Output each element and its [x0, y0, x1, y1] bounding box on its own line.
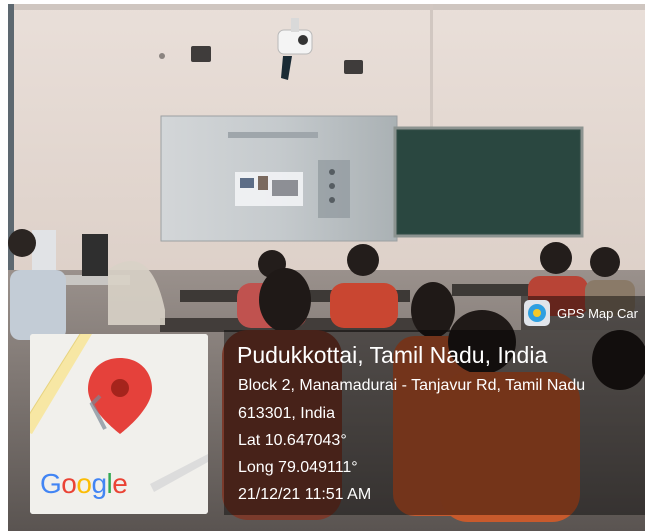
- photo-scene: GPS Map Car Pudukkottai, Tamil Nadu, Ind…: [0, 0, 645, 531]
- google-logo-letter: G: [40, 468, 62, 499]
- latitude-text: Lat 10.647043°: [238, 432, 347, 449]
- datetime-text: 21/12/21 11:51 AM: [238, 486, 372, 503]
- gps-map-camera-app-icon: [524, 300, 550, 326]
- app-badge-label: GPS Map Car: [557, 305, 638, 321]
- desktop-tower: [82, 234, 108, 276]
- google-logo-letter: e: [112, 468, 128, 499]
- address-line-1: Block 2, Manamadurai - Tanjavur Rd, Tami…: [238, 377, 586, 394]
- google-logo-letter: o: [76, 468, 92, 499]
- person-left: [10, 270, 66, 340]
- left-speaker: [191, 46, 211, 62]
- right-speaker: [344, 60, 363, 74]
- google-logo-letter: o: [61, 468, 77, 499]
- address-line-2: 613301, India: [238, 405, 335, 422]
- google-logo: Google: [40, 468, 128, 500]
- google-logo-letter: g: [91, 468, 107, 499]
- gps-map-camera-badge: GPS Map Car: [521, 296, 645, 330]
- longitude-text: Long 79.049111°: [238, 459, 358, 476]
- location-title: Pudukkottai, Tamil Nadu, India: [237, 342, 548, 368]
- monitor: [32, 230, 56, 270]
